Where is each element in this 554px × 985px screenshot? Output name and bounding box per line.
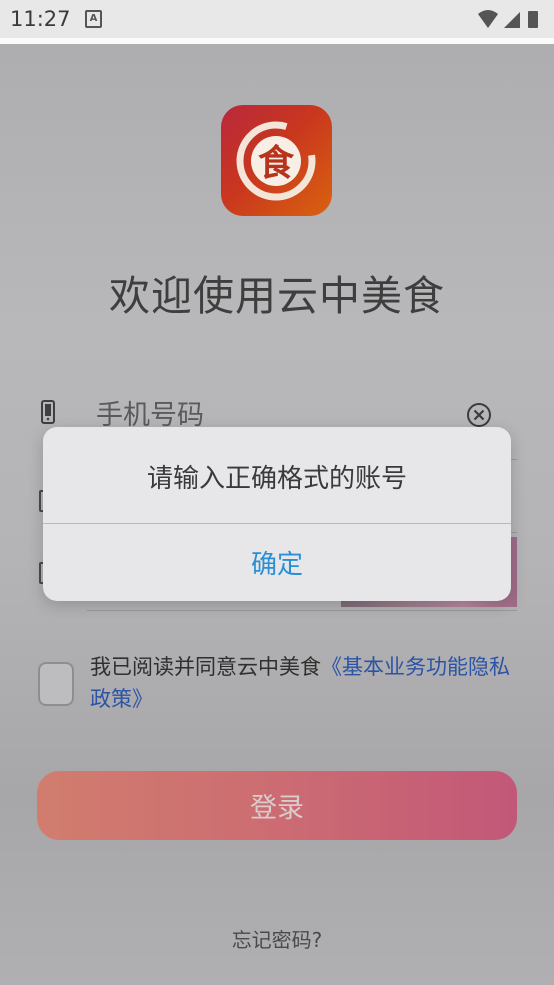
- phone-icon: [41, 400, 55, 424]
- wifi-icon: [478, 10, 498, 28]
- alert-dialog: 请输入正确格式的账号 确定: [43, 427, 511, 601]
- status-icons: [478, 10, 538, 28]
- login-button[interactable]: 登录: [37, 771, 517, 840]
- a-icon: A: [85, 10, 102, 28]
- captcha-underline: [87, 610, 517, 611]
- status-bar: 11:27 A: [0, 0, 554, 38]
- battery-icon: [528, 11, 538, 28]
- page-title: 欢迎使用云中美食: [109, 272, 445, 320]
- logo-char: 食: [258, 143, 295, 184]
- agree-checkbox[interactable]: [38, 662, 74, 706]
- forgot-password-link[interactable]: 忘记密码?: [0, 924, 554, 953]
- signal-icon: [504, 12, 520, 28]
- food-logo-icon: 食: [236, 121, 316, 201]
- app-logo: 食: [221, 105, 332, 216]
- status-time: 11:27: [10, 7, 71, 31]
- agreement-text: 我已阅读并同意云中美食《基本业务功能隐私政策》: [90, 651, 520, 715]
- dialog-ok-button[interactable]: 确定: [43, 524, 511, 601]
- agreement-label: 我已阅读并同意云中美食: [90, 655, 321, 679]
- dialog-message: 请输入正确格式的账号: [146, 464, 407, 494]
- clear-icon[interactable]: [466, 402, 492, 428]
